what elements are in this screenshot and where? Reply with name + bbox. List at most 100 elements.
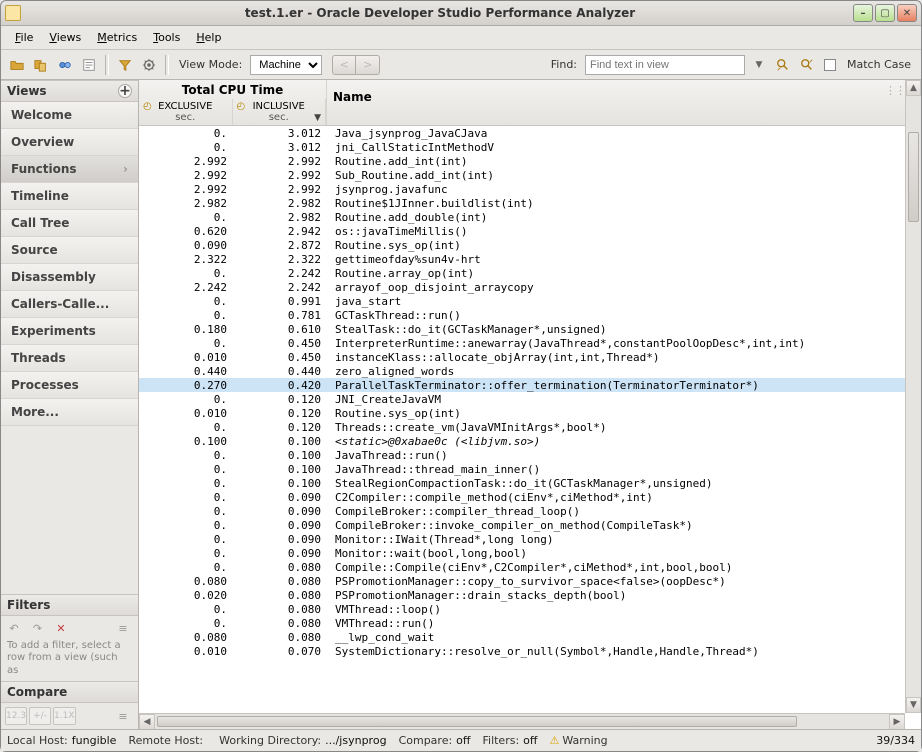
table-row[interactable]: 0.1800.610StealTask::do_it(GCTaskManager… bbox=[139, 322, 921, 336]
export-button[interactable] bbox=[79, 55, 99, 75]
table-row[interactable]: 0.1000.100<static>@0xabae0c (<libjvm.so>… bbox=[139, 434, 921, 448]
view-item-timeline[interactable]: Timeline bbox=[1, 183, 138, 210]
table-row[interactable]: 0.3.012jni_CallStaticIntMethodV bbox=[139, 140, 921, 154]
cell-inclusive: 2.992 bbox=[233, 183, 327, 196]
table-row[interactable]: 0.0.450InterpreterRuntime::anewarray(Jav… bbox=[139, 336, 921, 350]
table-row[interactable]: 2.9922.992Sub_Routine.add_int(int) bbox=[139, 168, 921, 182]
table-row[interactable]: 0.0.090C2Compiler::compile_method(ciEnv*… bbox=[139, 490, 921, 504]
chevron-right-icon: › bbox=[123, 162, 128, 176]
scroll-down-button[interactable]: ▼ bbox=[906, 697, 921, 713]
table-row[interactable]: 0.0.080Compile::Compile(ciEnv*,C2Compile… bbox=[139, 560, 921, 574]
table-row[interactable]: 0.0.080VMThread::loop() bbox=[139, 602, 921, 616]
filter-menu-button[interactable]: ≡ bbox=[114, 620, 132, 638]
table-row[interactable]: 2.3222.322gettimeofday%sun4v-hrt bbox=[139, 252, 921, 266]
match-case-checkbox[interactable] bbox=[824, 59, 836, 71]
cell-inclusive: 0.080 bbox=[233, 589, 327, 602]
table-row[interactable]: 0.0100.070SystemDictionary::resolve_or_n… bbox=[139, 644, 921, 658]
filter-button[interactable] bbox=[115, 55, 135, 75]
menu-help[interactable]: Help bbox=[190, 28, 227, 47]
nav-back-button[interactable]: < bbox=[332, 55, 356, 75]
menu-metrics[interactable]: Metrics bbox=[91, 28, 143, 47]
nav-forward-button[interactable]: > bbox=[356, 55, 380, 75]
compare-ratio-button[interactable]: 1.1X bbox=[53, 707, 75, 725]
table-row[interactable]: 2.9822.982Routine$1JInner.buildlist(int) bbox=[139, 196, 921, 210]
table-row[interactable]: 0.0100.450instanceKlass::allocate_objArr… bbox=[139, 350, 921, 364]
table-row[interactable]: 0.0.991java_start bbox=[139, 294, 921, 308]
table-row[interactable]: 0.4400.440zero_aligned_words bbox=[139, 364, 921, 378]
col-exclusive-header[interactable]: ◴ EXCLUSIVEsec. bbox=[139, 99, 233, 125]
table-row[interactable]: 0.0.100JavaThread::run() bbox=[139, 448, 921, 462]
view-item-functions[interactable]: Functions› bbox=[1, 156, 138, 183]
scroll-right-button[interactable]: ▶ bbox=[889, 714, 905, 729]
compare-delta-button[interactable]: +/- bbox=[29, 707, 51, 725]
view-item-call-tree[interactable]: Call Tree bbox=[1, 210, 138, 237]
table-row[interactable]: 0.0.090Monitor::wait(bool,long,bool) bbox=[139, 546, 921, 560]
view-item-overview[interactable]: Overview bbox=[1, 129, 138, 156]
table-row[interactable]: 0.0.120Threads::create_vm(JavaVMInitArgs… bbox=[139, 420, 921, 434]
compare-menu-button[interactable]: ≡ bbox=[114, 707, 132, 725]
view-item-threads[interactable]: Threads bbox=[1, 345, 138, 372]
compare-abs-button[interactable]: 12.3 bbox=[5, 707, 27, 725]
menu-file[interactable]: File bbox=[9, 28, 39, 47]
view-item-experiments[interactable]: Experiments bbox=[1, 318, 138, 345]
add-view-button[interactable]: + bbox=[118, 84, 132, 98]
table-row[interactable]: 0.0.090CompileBroker::compiler_thread_lo… bbox=[139, 504, 921, 518]
table-row[interactable]: 0.2.242Routine.array_op(int) bbox=[139, 266, 921, 280]
table-row[interactable]: 0.0100.120Routine.sys_op(int) bbox=[139, 406, 921, 420]
compare-experiments-button[interactable] bbox=[31, 55, 51, 75]
table-row[interactable]: 0.2.982Routine.add_double(int) bbox=[139, 210, 921, 224]
hscroll-thumb[interactable] bbox=[157, 716, 797, 727]
find-prev-button[interactable] bbox=[773, 55, 793, 75]
table-row[interactable]: 0.0.781GCTaskThread::run() bbox=[139, 308, 921, 322]
view-item-source[interactable]: Source bbox=[1, 237, 138, 264]
table-row[interactable]: 2.9922.992Routine.add_int(int) bbox=[139, 154, 921, 168]
find-input[interactable] bbox=[585, 55, 745, 75]
cell-exclusive: 0.010 bbox=[139, 407, 233, 420]
vertical-scrollbar[interactable]: ▲ ▼ bbox=[905, 80, 921, 713]
table-row[interactable]: 0.3.012Java_jsynprog_JavaCJava bbox=[139, 126, 921, 140]
find-next-button[interactable] bbox=[797, 55, 817, 75]
filter-redo-button[interactable]: ↷ bbox=[29, 620, 47, 638]
table-row[interactable]: 0.0200.080PSPromotionManager::drain_stac… bbox=[139, 588, 921, 602]
col-inclusive-header[interactable]: ◴ INCLUSIVEsec. ▼ bbox=[233, 99, 327, 125]
minimize-button[interactable]: – bbox=[853, 4, 873, 22]
table-row[interactable]: 2.9922.992jsynprog.javafunc bbox=[139, 182, 921, 196]
col-name-header[interactable]: Name bbox=[327, 80, 921, 125]
view-item-callers-calle-[interactable]: Callers-Calle... bbox=[1, 291, 138, 318]
remote-connect-button[interactable] bbox=[55, 55, 75, 75]
table-row[interactable]: 0.0.100JavaThread::thread_main_inner() bbox=[139, 462, 921, 476]
cell-inclusive: 0.090 bbox=[233, 547, 327, 560]
view-item-more-[interactable]: More... bbox=[1, 399, 138, 426]
table-row[interactable]: 0.0902.872Routine.sys_op(int) bbox=[139, 238, 921, 252]
view-item-disassembly[interactable]: Disassembly bbox=[1, 264, 138, 291]
view-item-welcome[interactable]: Welcome bbox=[1, 102, 138, 129]
table-row[interactable]: 0.0800.080PSPromotionManager::copy_to_su… bbox=[139, 574, 921, 588]
table-row[interactable]: 0.0.080VMThread::run() bbox=[139, 616, 921, 630]
view-mode-select[interactable]: Machine bbox=[250, 55, 322, 75]
scroll-left-button[interactable]: ◀ bbox=[139, 714, 155, 729]
menu-views[interactable]: Views bbox=[43, 28, 87, 47]
table-row[interactable]: 0.0800.080__lwp_cond_wait bbox=[139, 630, 921, 644]
table-row[interactable]: 0.6202.942os::javaTimeMillis() bbox=[139, 224, 921, 238]
table-row[interactable]: 0.0.090Monitor::IWait(Thread*,long long) bbox=[139, 532, 921, 546]
open-experiment-button[interactable] bbox=[7, 55, 27, 75]
table-row[interactable]: 0.0.090CompileBroker::invoke_compiler_on… bbox=[139, 518, 921, 532]
table-row[interactable]: 0.0.100StealRegionCompactionTask::do_it(… bbox=[139, 476, 921, 490]
view-item-processes[interactable]: Processes bbox=[1, 372, 138, 399]
table-row[interactable]: 2.2422.242arrayof_oop_disjoint_arraycopy bbox=[139, 280, 921, 294]
scroll-up-button[interactable]: ▲ bbox=[906, 80, 921, 96]
table-row[interactable]: 0.0.120JNI_CreateJavaVM bbox=[139, 392, 921, 406]
warning-indicator[interactable]: ⚠Warning bbox=[549, 734, 607, 747]
cell-inclusive: 0.090 bbox=[233, 533, 327, 546]
vscroll-thumb[interactable] bbox=[908, 132, 919, 222]
cell-inclusive: 2.322 bbox=[233, 253, 327, 266]
filter-remove-button[interactable]: ✕ bbox=[52, 620, 70, 638]
horizontal-scrollbar[interactable]: ◀ ▶ bbox=[139, 713, 905, 729]
find-dropdown-button[interactable]: ▼ bbox=[749, 55, 769, 75]
maximize-button[interactable]: ▢ bbox=[875, 4, 895, 22]
close-button[interactable]: ✕ bbox=[897, 4, 917, 22]
settings-button[interactable] bbox=[139, 55, 159, 75]
filter-undo-button[interactable]: ↶ bbox=[5, 620, 23, 638]
table-row[interactable]: 0.2700.420ParallelTaskTerminator::offer_… bbox=[139, 378, 921, 392]
menu-tools[interactable]: Tools bbox=[147, 28, 186, 47]
